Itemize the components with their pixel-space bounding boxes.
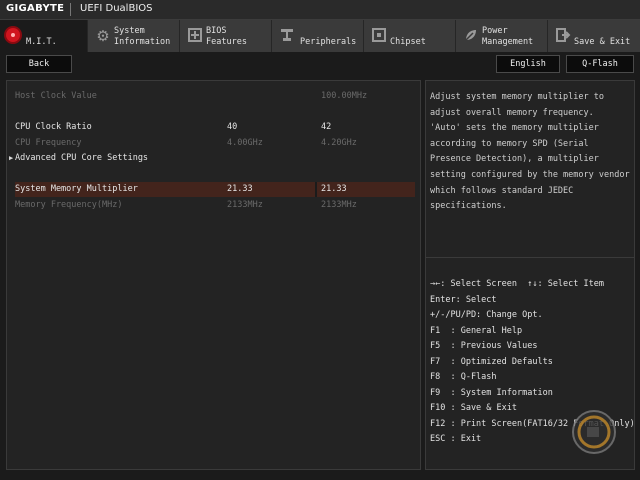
setting-value[interactable]: 21.33: [321, 182, 347, 197]
column-separator: [315, 182, 317, 197]
tab-label: Save & Exit: [574, 37, 631, 47]
sub-toolbar: Back English Q-Flash: [0, 52, 640, 76]
setting-value: 4.20GHz: [321, 138, 357, 148]
setting-cpu-clock-ratio[interactable]: CPU Clock Ratio 40 42: [15, 120, 415, 135]
tab-save-exit[interactable]: Save & Exit: [548, 20, 640, 52]
peripherals-icon: [278, 27, 296, 45]
tab-mit[interactable]: M.I.T.: [0, 20, 88, 52]
tab-label: System Information: [114, 26, 171, 47]
setting-value[interactable]: 42: [321, 120, 331, 135]
key-help-item: →←: Select Screen ↑↓: Select Item: [430, 279, 604, 289]
tab-label: M.I.T.: [26, 37, 57, 47]
setting-current-value: 40: [227, 122, 238, 132]
tab-label: BIOS Features: [206, 26, 247, 47]
key-help-item: F9 : System Information: [430, 387, 553, 398]
setting-host-clock-value: Host Clock Value 100.00MHz: [15, 89, 415, 104]
back-button[interactable]: Back: [6, 55, 72, 73]
tab-label: Chipset: [390, 37, 426, 47]
tab-system-information[interactable]: ⚙ System Information: [88, 20, 180, 52]
chipset-icon: [370, 27, 388, 45]
gigabyte-logo: GIGABYTE: [6, 3, 65, 14]
key-help-item: F8 : Q-Flash: [430, 372, 497, 382]
key-help-item: F7 : Optimized Defaults: [430, 356, 553, 367]
settings-panel: Host Clock Value 100.00MHz CPU Clock Rat…: [6, 80, 421, 470]
tab-label: Power Management: [482, 26, 534, 47]
key-help-item: F5 : Previous Values: [430, 341, 538, 351]
setting-name: Host Clock Value: [15, 91, 97, 101]
mit-red-dot-icon: [6, 28, 20, 42]
tab-power-management[interactable]: Power Management: [456, 20, 548, 52]
brand-separator: [70, 3, 71, 16]
tab-bios-features[interactable]: BIOS Features: [180, 20, 272, 52]
power-icon: [462, 27, 480, 45]
setting-name: Memory Frequency(MHz): [15, 200, 123, 210]
key-help-item: +/-/PU/PD: Change Opt.: [430, 310, 543, 320]
setting-memory-frequency: Memory Frequency(MHz) 2133MHz 2133MHz: [15, 198, 415, 213]
submenu-arrow-icon: ▶: [9, 154, 14, 162]
setting-current-value: 2133MHz: [227, 200, 263, 210]
help-divider: [426, 257, 634, 258]
setting-name: System Memory Multiplier: [15, 184, 138, 194]
app-title: UEFI DualBIOS: [80, 3, 153, 14]
setting-current-value: 21.33: [227, 184, 253, 194]
setting-name: Advanced CPU Core Settings: [15, 153, 149, 163]
setting-name: CPU Frequency: [15, 138, 82, 148]
tab-chipset[interactable]: Chipset: [364, 20, 456, 52]
help-description: Adjust system memory multiplier to adjus…: [430, 92, 630, 212]
key-help-item: F1 : General Help: [430, 325, 523, 336]
qflash-button[interactable]: Q-Flash: [566, 55, 634, 73]
bios-features-icon: [186, 27, 204, 45]
setting-system-memory-multiplier[interactable]: System Memory Multiplier 21.33 21.33: [15, 182, 415, 197]
tab-label: Peripherals: [300, 37, 357, 47]
key-help-item: Enter: Select: [430, 294, 497, 305]
setting-current-value: 4.00GHz: [227, 138, 263, 148]
setting-name: CPU Clock Ratio: [15, 122, 92, 132]
exit-icon: [554, 27, 572, 45]
setting-cpu-frequency: CPU Frequency 4.00GHz 4.20GHz: [15, 136, 415, 151]
main-tabs: M.I.T. ⚙ System Information BIOS Feature…: [0, 20, 640, 52]
watermark-logo: [572, 410, 616, 454]
setting-value: 2133MHz: [321, 200, 357, 210]
gear-icon: ⚙: [96, 27, 110, 45]
tab-peripherals[interactable]: Peripherals: [272, 20, 364, 52]
title-bar: GIGABYTE UEFI DualBIOS: [0, 0, 640, 20]
submenu-advanced-cpu-core-settings[interactable]: ▶ Advanced CPU Core Settings: [9, 151, 415, 166]
setting-value: 100.00MHz: [321, 91, 368, 101]
language-button[interactable]: English: [496, 55, 560, 73]
